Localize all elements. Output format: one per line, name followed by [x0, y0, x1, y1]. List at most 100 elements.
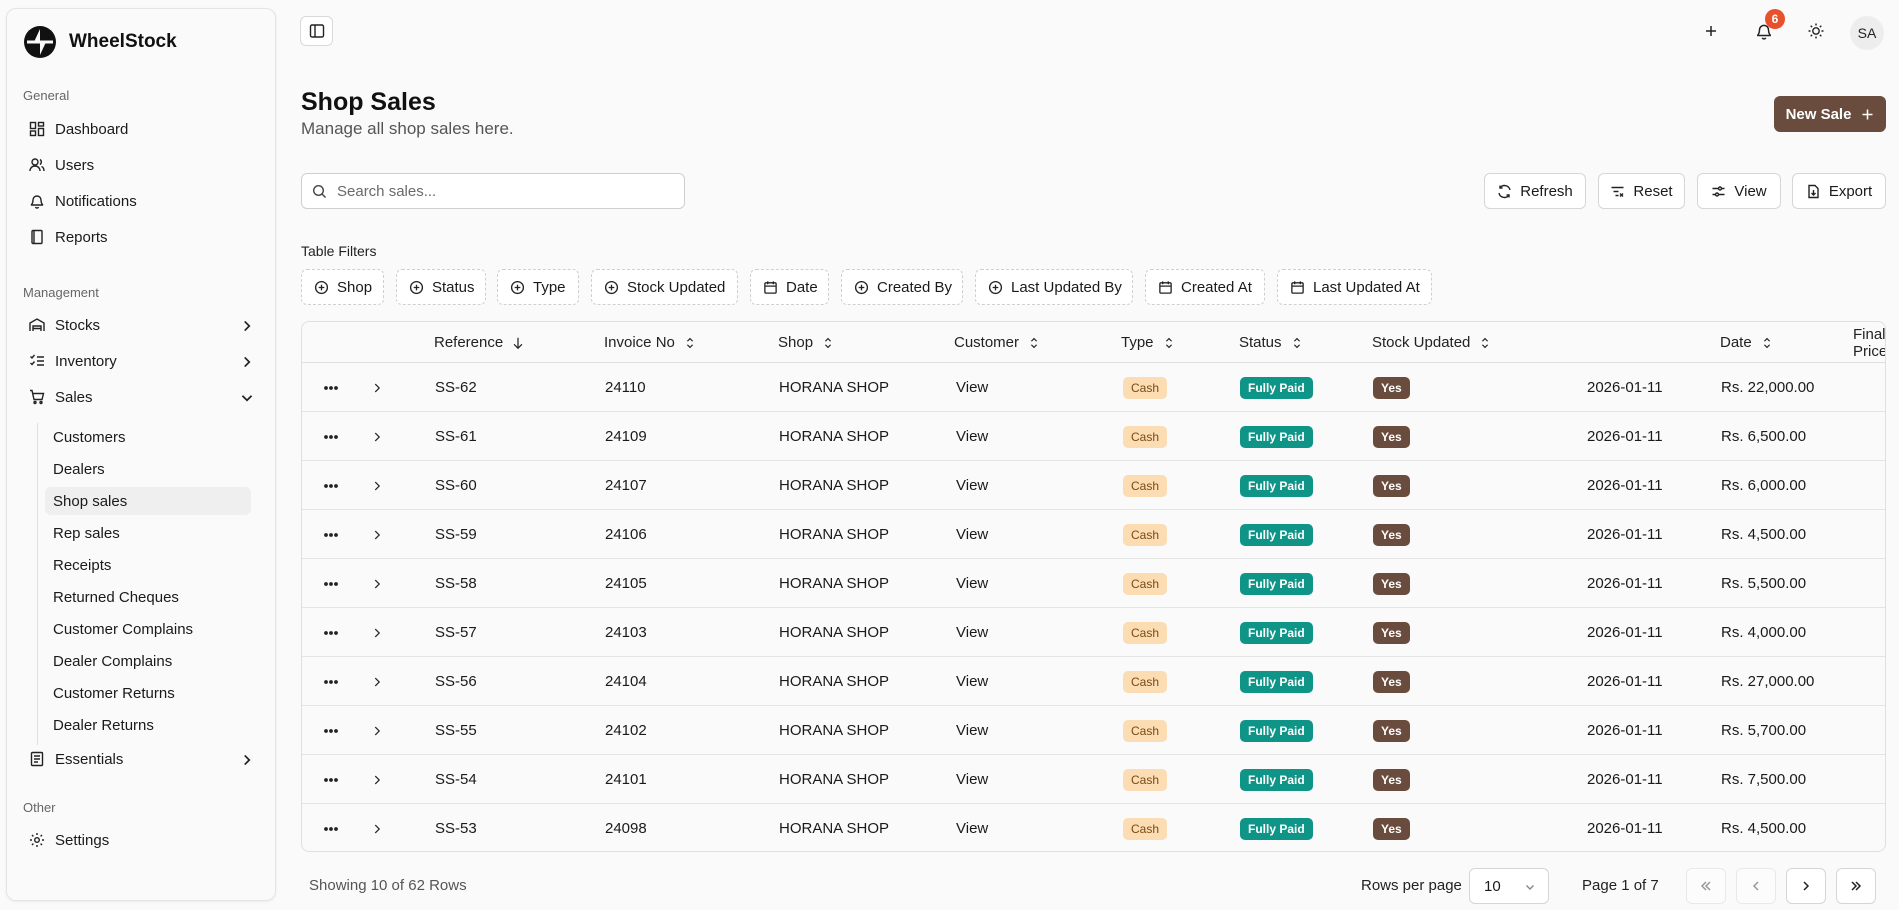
cell-customer[interactable]: View [956, 510, 988, 559]
sidebar-item-users[interactable]: Users [17, 149, 267, 181]
filter-chip-created-by[interactable]: Created By [841, 269, 963, 305]
cell-text[interactable]: View [956, 722, 988, 739]
row-actions-button[interactable] [316, 755, 346, 804]
cell-text[interactable]: View [956, 820, 988, 837]
column-header-invoice-no[interactable]: Invoice No [604, 322, 697, 363]
sidebar-subitem-shop-sales[interactable]: Shop sales [45, 487, 251, 515]
cell-customer[interactable]: View [956, 706, 988, 755]
table-row[interactable]: SS-61 24109 HORANA SHOP View Cash Fully Paid Y… [302, 412, 1885, 461]
row-actions-button[interactable] [316, 657, 346, 706]
row-actions-button[interactable] [316, 412, 346, 461]
cell-text[interactable]: View [956, 526, 988, 543]
row-expand-button[interactable] [362, 363, 392, 412]
first-page-button[interactable] [1686, 868, 1726, 904]
row-expand-button[interactable] [362, 559, 392, 608]
column-header-reference[interactable]: Reference [434, 322, 525, 363]
filter-chip-type[interactable]: Type [497, 269, 579, 305]
table-row[interactable]: SS-54 24101 HORANA SHOP View Cash Fully Paid Y… [302, 755, 1885, 804]
row-expand-button[interactable] [362, 657, 392, 706]
table-row[interactable]: SS-59 24106 HORANA SHOP View Cash Fully Paid Y… [302, 510, 1885, 559]
search-box[interactable] [301, 173, 685, 209]
sidebar-subitem-receipts[interactable]: Receipts [45, 551, 251, 579]
sidebar-toggle-button[interactable] [300, 16, 333, 46]
search-input[interactable] [337, 182, 657, 200]
sidebar-subitem-rep-sales[interactable]: Rep sales [45, 519, 251, 547]
sidebar-subitem-customer-complains[interactable]: Customer Complains [45, 615, 251, 643]
table-row[interactable]: SS-53 24098 HORANA SHOP View Cash Fully Paid Y… [302, 804, 1885, 851]
view-button[interactable]: View [1697, 173, 1781, 209]
row-actions-button[interactable] [316, 363, 346, 412]
next-page-button[interactable] [1786, 868, 1826, 904]
filter-chip-last-updated-at[interactable]: Last Updated At [1277, 269, 1432, 305]
cell-text[interactable]: View [956, 379, 988, 396]
column-header-stock-updated[interactable]: Stock Updated [1372, 322, 1492, 363]
sidebar-subitem-dealer-returns[interactable]: Dealer Returns [45, 711, 251, 739]
sidebar-item-essentials[interactable]: Essentials [17, 743, 267, 775]
filter-chip-last-updated-by[interactable]: Last Updated By [975, 269, 1133, 305]
sidebar-item-inventory[interactable]: Inventory [17, 345, 267, 377]
row-expand-button[interactable] [362, 608, 392, 657]
row-expand-button[interactable] [362, 461, 392, 510]
sidebar-item-notifications[interactable]: Notifications [17, 185, 267, 217]
cell-text[interactable]: View [956, 624, 988, 641]
filter-chip-date[interactable]: Date [750, 269, 829, 305]
row-expand-button[interactable] [362, 412, 392, 461]
table-row[interactable]: SS-60 24107 HORANA SHOP View Cash Fully Paid Y… [302, 461, 1885, 510]
export-button[interactable]: Export [1792, 173, 1886, 209]
row-expand-button[interactable] [362, 755, 392, 804]
rows-per-page-select[interactable]: 10 [1469, 868, 1549, 904]
row-actions-button[interactable] [316, 461, 346, 510]
table-row[interactable]: SS-57 24103 HORANA SHOP View Cash Fully Paid Y… [302, 608, 1885, 657]
cell-customer[interactable]: View [956, 657, 988, 706]
sidebar-subitem-customers[interactable]: Customers [45, 423, 251, 451]
cell-text[interactable]: View [956, 771, 988, 788]
brand[interactable]: WheelStock [23, 25, 177, 59]
avatar[interactable]: SA [1850, 16, 1884, 50]
sidebar-item-reports[interactable]: Reports [17, 221, 267, 253]
sidebar-subitem-returned-cheques[interactable]: Returned Cheques [45, 583, 251, 611]
filter-chip-status[interactable]: Status [396, 269, 486, 305]
table-row[interactable]: SS-55 24102 HORANA SHOP View Cash Fully Paid Y… [302, 706, 1885, 755]
table-row[interactable]: SS-58 24105 HORANA SHOP View Cash Fully Paid Y… [302, 559, 1885, 608]
filter-chip-stock-updated[interactable]: Stock Updated [591, 269, 738, 305]
last-page-button[interactable] [1836, 868, 1876, 904]
sidebar-item-stocks[interactable]: Stocks [17, 309, 267, 341]
add-button[interactable] [1696, 16, 1726, 46]
row-expand-button[interactable] [362, 706, 392, 755]
column-header-final-price[interactable]: Final Price [1853, 322, 1885, 363]
column-header-date[interactable]: Date [1720, 322, 1774, 363]
cell-customer[interactable]: View [956, 363, 988, 412]
sidebar-item-settings[interactable]: Settings [17, 824, 267, 856]
row-actions-button[interactable] [316, 608, 346, 657]
sidebar-item-sales[interactable]: Sales [17, 381, 267, 413]
sidebar-item-dashboard[interactable]: Dashboard [17, 113, 267, 145]
theme-toggle-button[interactable] [1801, 16, 1831, 46]
sidebar-subitem-dealer-complains[interactable]: Dealer Complains [45, 647, 251, 675]
row-expand-button[interactable] [362, 804, 392, 851]
column-header-customer[interactable]: Customer [954, 322, 1041, 363]
row-actions-button[interactable] [316, 559, 346, 608]
cell-customer[interactable]: View [956, 755, 988, 804]
row-expand-button[interactable] [362, 510, 392, 559]
filter-chip-created-at[interactable]: Created At [1145, 269, 1265, 305]
previous-page-button[interactable] [1736, 868, 1776, 904]
cell-customer[interactable]: View [956, 804, 988, 851]
reset-button[interactable]: Reset [1598, 173, 1685, 209]
cell-text[interactable]: View [956, 428, 988, 445]
cell-customer[interactable]: View [956, 559, 988, 608]
table-row[interactable]: SS-56 24104 HORANA SHOP View Cash Fully Paid Y… [302, 657, 1885, 706]
cell-text[interactable]: View [956, 575, 988, 592]
cell-customer[interactable]: View [956, 412, 988, 461]
row-actions-button[interactable] [316, 804, 346, 851]
sidebar-subitem-dealers[interactable]: Dealers [45, 455, 251, 483]
cell-text[interactable]: View [956, 477, 988, 494]
column-header-type[interactable]: Type [1121, 322, 1176, 363]
sidebar-subitem-customer-returns[interactable]: Customer Returns [45, 679, 251, 707]
cell-customer[interactable]: View [956, 461, 988, 510]
table-row[interactable]: SS-62 24110 HORANA SHOP View Cash Fully Paid Y… [302, 363, 1885, 412]
column-header-shop[interactable]: Shop [778, 322, 835, 363]
column-header-status[interactable]: Status [1239, 322, 1304, 363]
filter-chip-shop[interactable]: Shop [301, 269, 384, 305]
row-actions-button[interactable] [316, 706, 346, 755]
new-sale-button[interactable]: New Sale [1774, 96, 1886, 132]
